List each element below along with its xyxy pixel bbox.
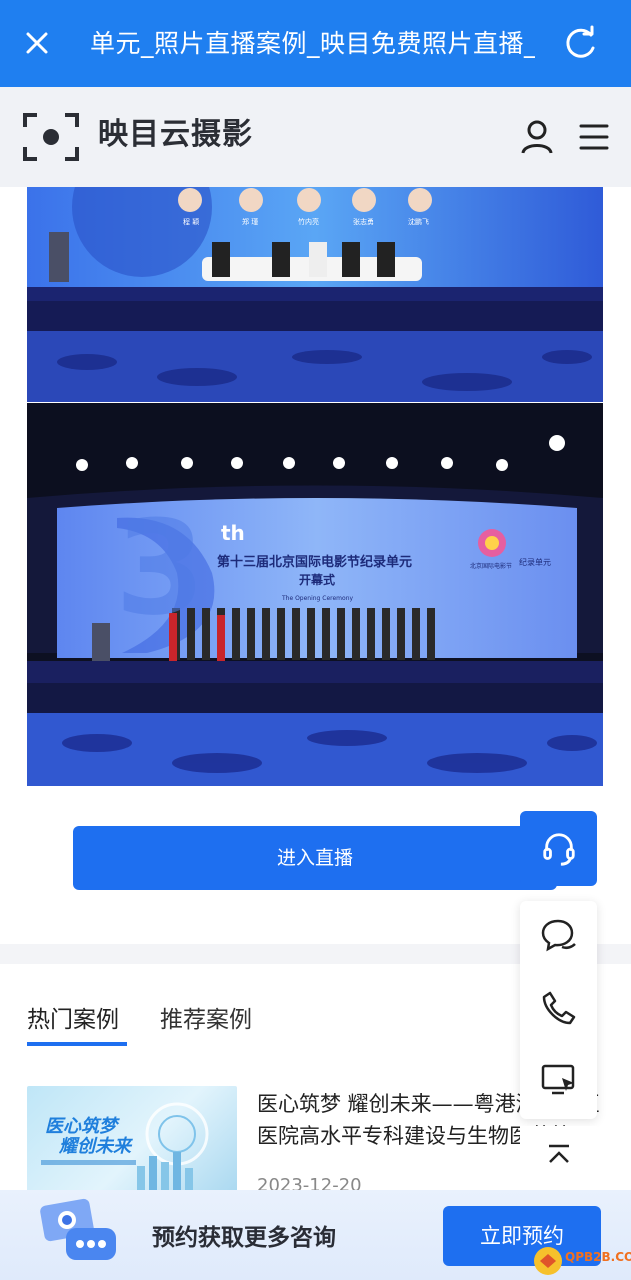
floating-tools-panel: [520, 901, 597, 1119]
online-demo-icon[interactable]: [540, 1061, 578, 1099]
back-to-top-button[interactable]: [520, 1126, 597, 1188]
site-header: 映目云摄影: [0, 87, 631, 187]
thumb-line-2: 耀创未来: [59, 1136, 131, 1157]
page-title: 单元_照片直播案例_映目免费照片直播_移动端: [90, 29, 535, 58]
screen-headline: 第十三届北京国际电影节纪录单元: [217, 555, 413, 570]
watermark-text: QPB2B.COM: [565, 1250, 631, 1264]
camera-logo-icon: [23, 113, 79, 161]
customer-service-button[interactable]: [520, 811, 597, 886]
back-to-top-icon: [549, 1144, 569, 1163]
site-logo-text[interactable]: 映目云摄影: [98, 115, 253, 155]
speaker-name: 程 颖: [183, 218, 200, 226]
consult-camera-illustration: [40, 1198, 116, 1260]
tab-recommended-cases[interactable]: 推荐案例: [160, 1000, 252, 1040]
event-photo-ceremony[interactable]: 3 th 第十三届北京国际电影节纪录单元 开幕式 The Opening Cer…: [27, 403, 603, 786]
screen-big-number: 3: [115, 492, 206, 644]
screen-english: The Opening Ceremony: [282, 595, 354, 602]
chat-icon[interactable]: [540, 917, 578, 955]
case-thumbnail[interactable]: 医心筑梦 耀创未来: [27, 1086, 237, 1196]
headset-icon: [543, 833, 575, 866]
speaker-names: 程 颖 郑 瑾 竹内亮 张志勇 沈鹏飞: [27, 217, 603, 229]
speaker-name: 竹内亮: [298, 218, 319, 226]
tab-hot-cases[interactable]: 热门案例: [27, 1000, 119, 1040]
active-tab-indicator: [27, 1042, 127, 1046]
browser-top-bar: 单元_照片直播案例_映目免费照片直播_移动端: [0, 0, 631, 87]
menu-icon[interactable]: [578, 121, 610, 153]
refresh-icon[interactable]: [560, 24, 600, 64]
screen-logo-right: 纪录单元: [519, 558, 551, 567]
user-icon[interactable]: [520, 119, 554, 155]
enter-live-button[interactable]: 进入直播: [73, 826, 557, 890]
event-photo-panel[interactable]: 程 颖 郑 瑾 竹内亮 张志勇 沈鹏飞: [27, 187, 603, 402]
screen-subline: 开幕式: [299, 573, 336, 587]
screen-superscript: th: [221, 521, 245, 545]
phone-icon[interactable]: [540, 989, 578, 1027]
speaker-name: 郑 瑾: [242, 218, 259, 226]
consult-text: 预约获取更多咨询: [152, 1225, 336, 1251]
speaker-name: 沈鹏飞: [408, 218, 429, 226]
screen-logo-left: 北京国际电影节: [470, 563, 513, 570]
speaker-name: 张志勇: [353, 218, 374, 226]
close-icon[interactable]: [20, 26, 54, 60]
